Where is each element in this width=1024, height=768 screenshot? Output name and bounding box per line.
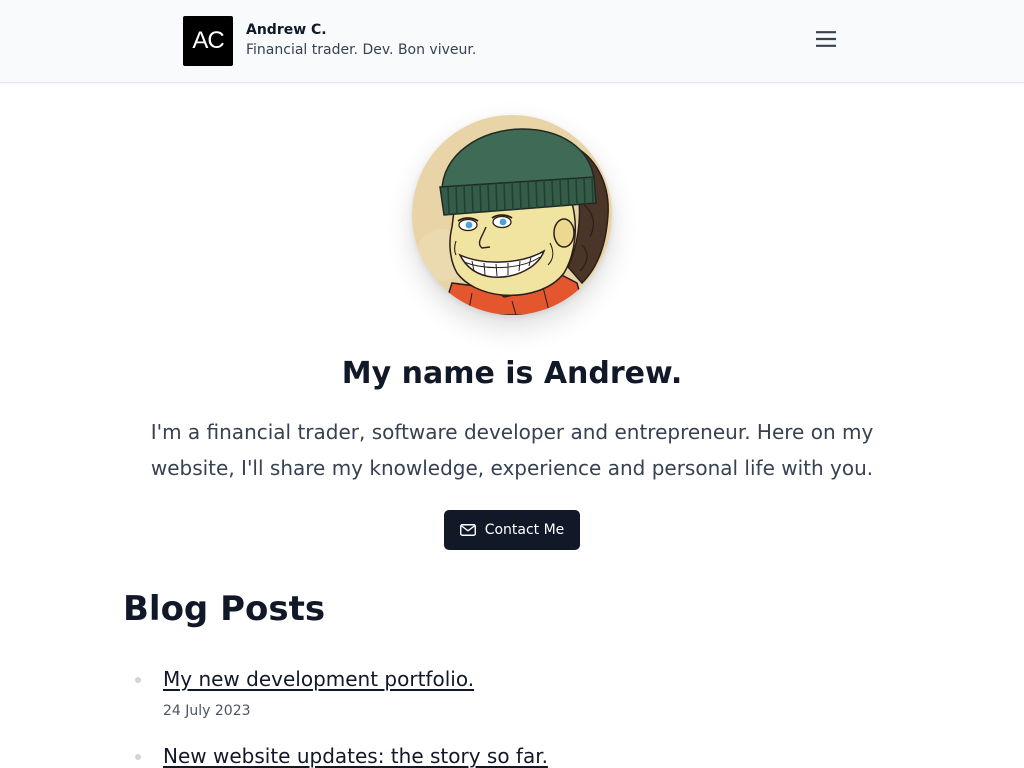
avatar-illustration (412, 115, 612, 315)
avatar-right-iris (499, 218, 507, 226)
bullet (135, 754, 141, 760)
logo: AC (183, 16, 233, 66)
logo-text: AC (192, 27, 224, 54)
site-name: Andrew C. (246, 22, 327, 38)
blog-heading: Blog Posts (123, 589, 326, 629)
avatar-ear (553, 218, 575, 248)
post-link[interactable]: My new development portfolio. (163, 665, 474, 693)
list-item: My new development portfolio. 24 July 20… (123, 665, 901, 721)
mail-icon (459, 524, 476, 536)
avatar-face (449, 202, 577, 297)
list-item: New website updates: the story so far. (123, 742, 901, 768)
menu-button[interactable] (810, 25, 842, 53)
contact-me-label: Contact Me (484, 522, 565, 538)
site-tagline: Financial trader. Dev. Bon viveur. (246, 42, 477, 58)
hero-intro: I'm a financial trader, software develop… (150, 420, 874, 480)
avatar-left-iris (465, 221, 473, 229)
post-date: 24 July 2023 (163, 703, 251, 719)
home-link[interactable]: AC Andrew C. Financial trader. Dev. Bon … (183, 16, 483, 66)
hero-heading: My name is Andrew. (341, 356, 683, 391)
bullet (135, 677, 141, 683)
blog-post-list: My new development portfolio. 24 July 20… (123, 665, 901, 768)
contact-me-button[interactable]: Contact Me (444, 510, 580, 550)
hamburger-menu-icon (816, 31, 836, 47)
site-header: AC Andrew C. Financial trader. Dev. Bon … (0, 0, 1024, 83)
post-link[interactable]: New website updates: the story so far. (163, 742, 548, 768)
avatar (412, 115, 612, 315)
